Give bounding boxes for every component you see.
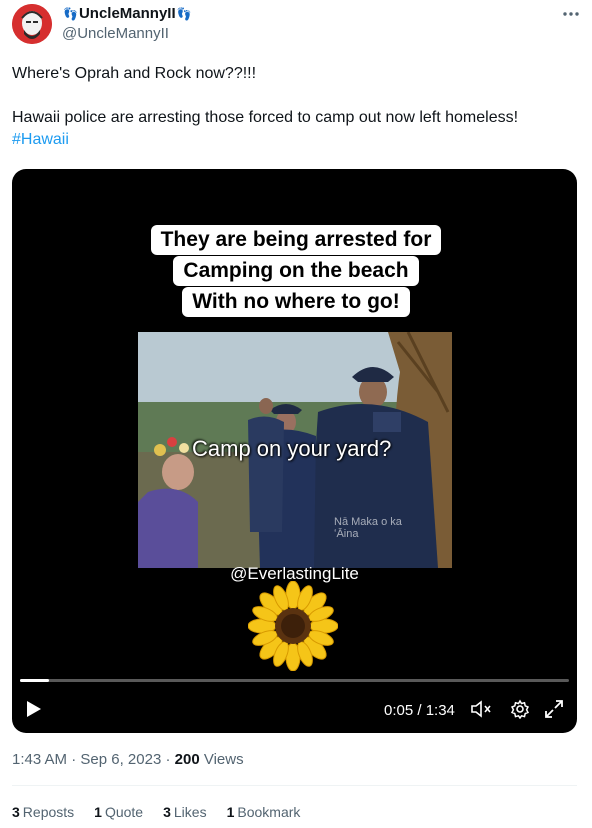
meta-separator-2: · — [161, 751, 175, 768]
tweet-text: Where's Oprah and Rock now??!!! Hawaii p… — [12, 63, 582, 151]
likes-count: 3 — [163, 804, 171, 820]
display-name-text[interactable]: UncleMannyII — [79, 5, 176, 22]
views-count: 200 — [174, 751, 200, 768]
tweet-meta: 1:43 AM · Sep 6, 2023 · 200 Views — [12, 751, 244, 768]
likes-stat[interactable]: 3 Likes — [163, 804, 206, 820]
progress-fill — [20, 679, 50, 682]
sunflower-image — [247, 580, 339, 672]
hashtag-link[interactable]: #Hawaii — [12, 131, 69, 148]
quotes-label: Quote — [104, 804, 144, 820]
footprints-emoji-right: 👣 — [176, 6, 192, 21]
quotes-stat[interactable]: 1 Quote — [94, 804, 143, 820]
avatar[interactable] — [12, 4, 52, 44]
watermark: Nā Maka o ka ʻĀina — [334, 516, 402, 540]
caption-line-2: Camping on the beach — [173, 256, 419, 286]
footprints-emoji-left: 👣 — [63, 6, 78, 21]
reposts-stat[interactable]: 3 Reposts — [12, 804, 74, 820]
video-player[interactable]: They are being arrested for Camping on t… — [12, 169, 577, 733]
tweet-header: 👣 UncleMannyII 👣 @UncleMannyII — [12, 4, 582, 48]
video-caption: They are being arrested for Camping on t… — [139, 225, 453, 318]
tweet-date[interactable]: Sep 6, 2023 — [80, 751, 161, 768]
divider — [12, 785, 577, 786]
likes-label: Likes — [173, 804, 207, 820]
caption-line-3: With no where to go! — [182, 287, 410, 317]
frame-caption: Camp on your yard? — [192, 436, 392, 461]
tweet-line-2: Hawaii police are arresting those forced… — [12, 109, 519, 126]
reposts-count: 3 — [12, 804, 20, 820]
display-name[interactable]: 👣 UncleMannyII 👣 — [62, 5, 193, 22]
quotes-count: 1 — [94, 804, 102, 820]
tweet-line-1: Where's Oprah and Rock now??!!! — [12, 65, 257, 82]
views-label: Views — [199, 751, 244, 768]
tweet-time[interactable]: 1:43 AM — [12, 751, 67, 768]
user-handle[interactable]: @UncleMannyII — [62, 25, 169, 42]
play-icon[interactable] — [26, 700, 42, 718]
gear-icon[interactable] — [510, 699, 530, 723]
more-icon[interactable] — [560, 4, 582, 26]
progress-bar[interactable] — [20, 679, 569, 682]
meta-separator-1: · — [67, 751, 81, 768]
caption-line-1: They are being arrested for — [150, 225, 442, 255]
time-display: 0:05 / 1:34 — [384, 702, 455, 719]
tweet-stats: 3 Reposts 1 Quote 3 Likes 1 Bookmark — [12, 804, 300, 820]
bookmarks-count: 1 — [226, 804, 235, 820]
reposts-label: Reposts — [22, 804, 75, 820]
bookmarks-label: Bookmark — [237, 804, 301, 820]
bookmarks-stat[interactable]: 1 Bookmark — [227, 804, 301, 820]
volume-muted-icon[interactable] — [470, 699, 492, 723]
video-frame: Camp on your yard? Nā Maka o ka ʻĀina — [138, 332, 452, 568]
fullscreen-icon[interactable] — [544, 699, 564, 723]
